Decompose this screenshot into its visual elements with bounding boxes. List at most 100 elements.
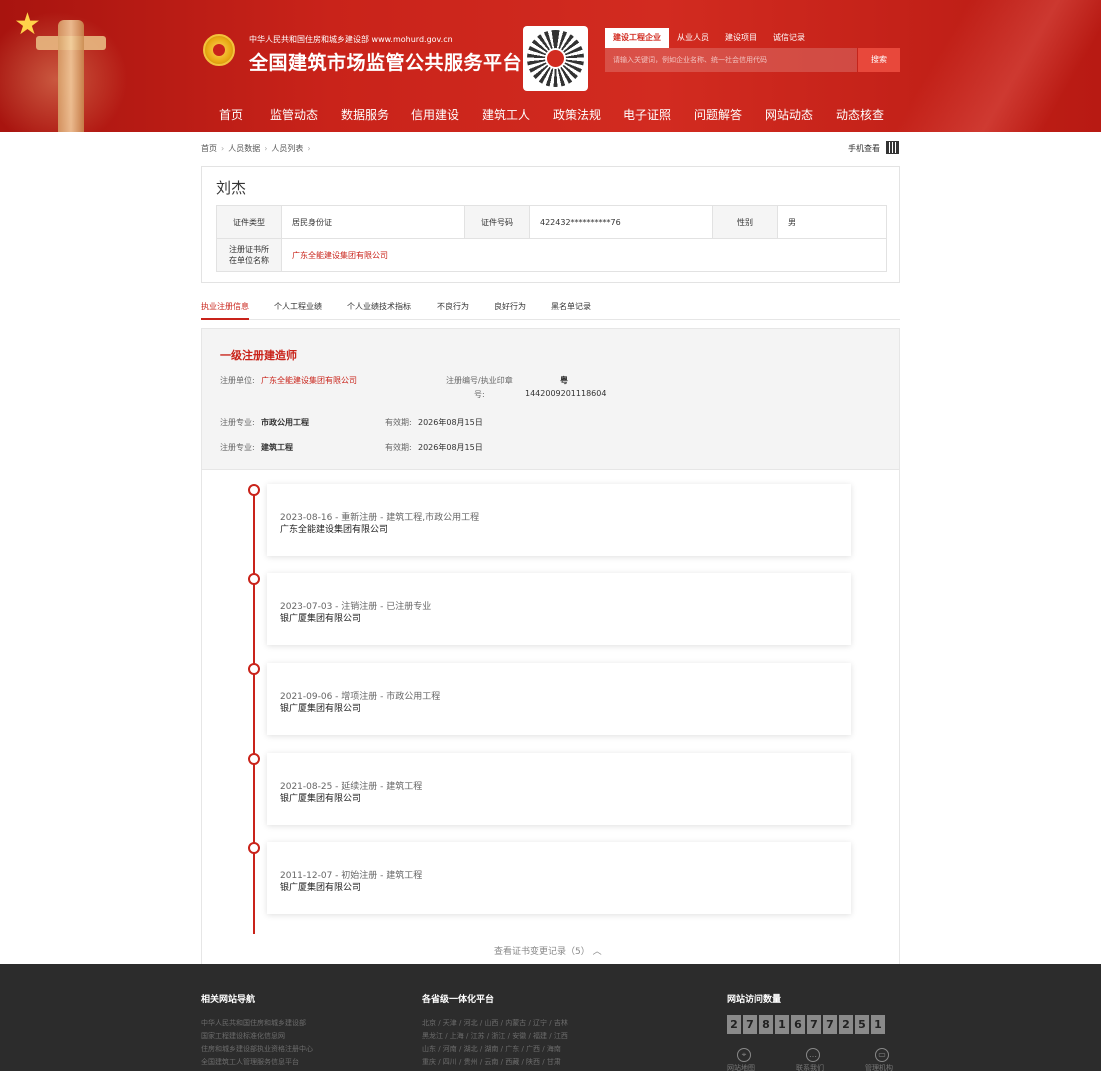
qr-code-small-icon[interactable] bbox=[886, 141, 899, 154]
search-tab-project[interactable]: 建设项目 bbox=[717, 28, 765, 48]
timeline-dot bbox=[248, 484, 260, 496]
search-input[interactable] bbox=[605, 48, 857, 72]
nav-faq[interactable]: 问题解答 bbox=[694, 98, 742, 132]
valid-date: 2026年08月15日 bbox=[418, 418, 483, 427]
tab-performance[interactable]: 个人工程业绩 bbox=[274, 298, 322, 320]
counter-digit: 2 bbox=[727, 1015, 741, 1034]
star-icon: ★ bbox=[14, 7, 41, 42]
person-name: 刘杰 bbox=[216, 179, 247, 197]
breadcrumb-personnel-list[interactable]: 人员列表 bbox=[271, 144, 303, 153]
valid-label: 有效期: bbox=[385, 418, 412, 427]
counter-digit: 7 bbox=[807, 1015, 821, 1034]
reg-no-value: 144200920111860​4 bbox=[525, 389, 607, 398]
tab-bad-behavior[interactable]: 不良行为 bbox=[437, 298, 469, 320]
timeline-line bbox=[253, 490, 255, 934]
counter-digit: 1 bbox=[871, 1015, 885, 1034]
timeline-item: 2021-08-25 - 延续注册 - 建筑工程 银广厦集团有限公司 bbox=[267, 753, 851, 825]
footer-link[interactable]: 住房和城乡建设部执业资格注册中心 bbox=[201, 1044, 313, 1054]
timeline-dot bbox=[248, 573, 260, 585]
timeline-item-company: 银广厦集团有限公司 bbox=[280, 704, 362, 714]
search-button[interactable]: 搜索 bbox=[858, 48, 900, 72]
company-label: 注册证书所在单位名称 bbox=[216, 238, 282, 272]
breadcrumb: 首页 › 人员数据 › 人员列表 › bbox=[201, 142, 315, 156]
timeline-item: 2021-09-06 - 增项注册 - 市政公用工程 银广厦集团有限公司 bbox=[267, 663, 851, 735]
reg-no-label: 注册编号/执业印章 bbox=[446, 376, 513, 385]
gender-value: 男 bbox=[777, 205, 887, 239]
chevron-right-icon: › bbox=[307, 144, 311, 153]
site-footer: 相关网站导航 中华人民共和国住房和城乡建设部 国家工程建设标准化信息网 住房和城… bbox=[0, 964, 1101, 1071]
footer-visits-title: 网站访问数量 bbox=[727, 995, 782, 1005]
registration-panel: 一级注册建造师 注册单位: 广东全能建设集团有限公司 注册编号/执业印章 号: … bbox=[201, 328, 900, 470]
breadcrumb-home[interactable]: 首页 bbox=[201, 144, 217, 153]
timeline-item: 2023-08-16 - 重新注册 - 建筑工程,市政公用工程 广东全能建设集团… bbox=[267, 484, 851, 556]
tab-good-behavior[interactable]: 良好行为 bbox=[494, 298, 526, 320]
timeline-dot bbox=[248, 842, 260, 854]
id-type-label: 证件类型 bbox=[216, 205, 282, 239]
counter-digit: 2 bbox=[839, 1015, 853, 1034]
footer-link[interactable]: 国家工程建设标准化信息网 bbox=[201, 1031, 285, 1041]
specialty-label: 注册专业: bbox=[220, 443, 255, 452]
specialty-label: 注册专业: bbox=[220, 418, 255, 427]
footer-icon-label[interactable]: 管理机构 bbox=[865, 1063, 893, 1071]
person-card: 刘杰 证件类型 居民身份证 证件号码 422432**********76 性别… bbox=[201, 166, 900, 283]
reg-unit-link[interactable]: 广东全能建设集团有限公司 bbox=[261, 375, 357, 386]
search-box: 建设工程企业 从业人员 建设项目 诚信记录 bbox=[605, 28, 900, 74]
reg-unit-label: 注册单位: bbox=[220, 376, 255, 385]
valid-date: 2026年08月15日 bbox=[418, 443, 483, 452]
nav-supervision[interactable]: 监管动态 bbox=[270, 98, 318, 132]
specialty-name: 建筑工程 bbox=[261, 443, 293, 452]
id-no-value: 422432**********76 bbox=[529, 205, 713, 239]
national-emblem-icon bbox=[203, 34, 235, 66]
footer-province-links[interactable]: 山东 / 河南 / 湖北 / 湖南 / 广东 / 广西 / 海南 bbox=[422, 1044, 561, 1054]
search-tab-enterprise[interactable]: 建设工程企业 bbox=[605, 28, 669, 48]
tab-tech-indicators[interactable]: 个人业绩技术指标 bbox=[347, 298, 411, 320]
nav-policy[interactable]: 政策法规 bbox=[553, 98, 601, 132]
timeline-item: 2023-07-03 - 注销注册 - 已注册专业 银广厦集团有限公司 bbox=[267, 573, 851, 645]
search-tabs: 建设工程企业 从业人员 建设项目 诚信记录 bbox=[605, 28, 813, 48]
search-tab-personnel[interactable]: 从业人员 bbox=[669, 28, 717, 48]
nav-verification[interactable]: 动态核查 bbox=[836, 98, 884, 132]
timeline-dot bbox=[248, 663, 260, 675]
reg-no-label-2: 号: bbox=[474, 390, 485, 399]
company-link[interactable]: 广东全能建设集团有限公司 bbox=[281, 238, 887, 272]
nav-workers[interactable]: 建筑工人 bbox=[482, 98, 530, 132]
monitor-icon[interactable]: ▭ bbox=[875, 1048, 889, 1062]
nav-site-news[interactable]: 网站动态 bbox=[765, 98, 813, 132]
tab-registration[interactable]: 执业注册信息 bbox=[201, 298, 249, 320]
view-change-records-link[interactable]: 查看证书变更记录（5） ︿ bbox=[494, 944, 602, 957]
footer-province-links[interactable]: 重庆 / 四川 / 贵州 / 云南 / 西藏 / 陕西 / 甘肃 bbox=[422, 1057, 561, 1067]
search-tab-credit[interactable]: 诚信记录 bbox=[765, 28, 813, 48]
footer-link[interactable]: 中华人民共和国住房和城乡建设部 bbox=[201, 1018, 306, 1028]
footer-related-sites-title: 相关网站导航 bbox=[201, 995, 256, 1005]
main-nav: 首页 监管动态 数据服务 信用建设 建筑工人 政策法规 电子证照 问题解答 网站… bbox=[0, 98, 1101, 132]
breadcrumb-personnel-data[interactable]: 人员数据 bbox=[228, 144, 260, 153]
nav-credit[interactable]: 信用建设 bbox=[411, 98, 459, 132]
site-title[interactable]: 全国建筑市场监管公共服务平台 bbox=[249, 48, 522, 75]
registration-title: 一级注册建造师 bbox=[220, 349, 297, 362]
counter-digit: 7 bbox=[823, 1015, 837, 1034]
qr-code bbox=[523, 26, 588, 91]
visit-counter: 2 7 8 1 6 7 7 2 5 1 bbox=[727, 1015, 887, 1034]
counter-digit: 8 bbox=[759, 1015, 773, 1034]
footer-province-links[interactable]: 黑龙江 / 上海 / 江苏 / 浙江 / 安徽 / 福建 / 江西 bbox=[422, 1031, 568, 1041]
nav-e-license[interactable]: 电子证照 bbox=[623, 98, 671, 132]
counter-digit: 7 bbox=[743, 1015, 757, 1034]
timeline-item-company: 银广厦集团有限公司 bbox=[280, 614, 362, 624]
footer-link[interactable]: 全国建筑工人管理服务信息平台 bbox=[201, 1057, 299, 1067]
footer-icon-label[interactable]: 联系我们 bbox=[796, 1063, 824, 1071]
tab-blacklist[interactable]: 黑名单记录 bbox=[551, 298, 591, 320]
nav-data-service[interactable]: 数据服务 bbox=[341, 98, 389, 132]
timeline-dot bbox=[248, 753, 260, 765]
specialty-name: 市政公用工程 bbox=[261, 418, 309, 427]
footer-icon-label[interactable]: 网站地图 bbox=[727, 1063, 755, 1071]
location-icon[interactable]: ⌖ bbox=[737, 1048, 751, 1062]
footer-province-links[interactable]: 北京 / 天津 / 河北 / 山西 / 内蒙古 / 辽宁 / 吉林 bbox=[422, 1018, 568, 1028]
mobile-view-link[interactable]: 手机查看 bbox=[848, 143, 880, 154]
counter-digit: 6 bbox=[791, 1015, 805, 1034]
nav-home[interactable]: 首页 bbox=[219, 98, 243, 132]
site-header: ★ 中华人民共和国住房和城乡建设部 www.mohurd.gov.cn 全国建筑… bbox=[0, 0, 1101, 132]
valid-label: 有效期: bbox=[385, 443, 412, 452]
chat-icon[interactable]: … bbox=[806, 1048, 820, 1062]
change-timeline: 2023-08-16 - 重新注册 - 建筑工程,市政公用工程 广东全能建设集团… bbox=[201, 470, 900, 964]
footer-provincial-title: 各省级一体化平台 bbox=[422, 995, 495, 1005]
